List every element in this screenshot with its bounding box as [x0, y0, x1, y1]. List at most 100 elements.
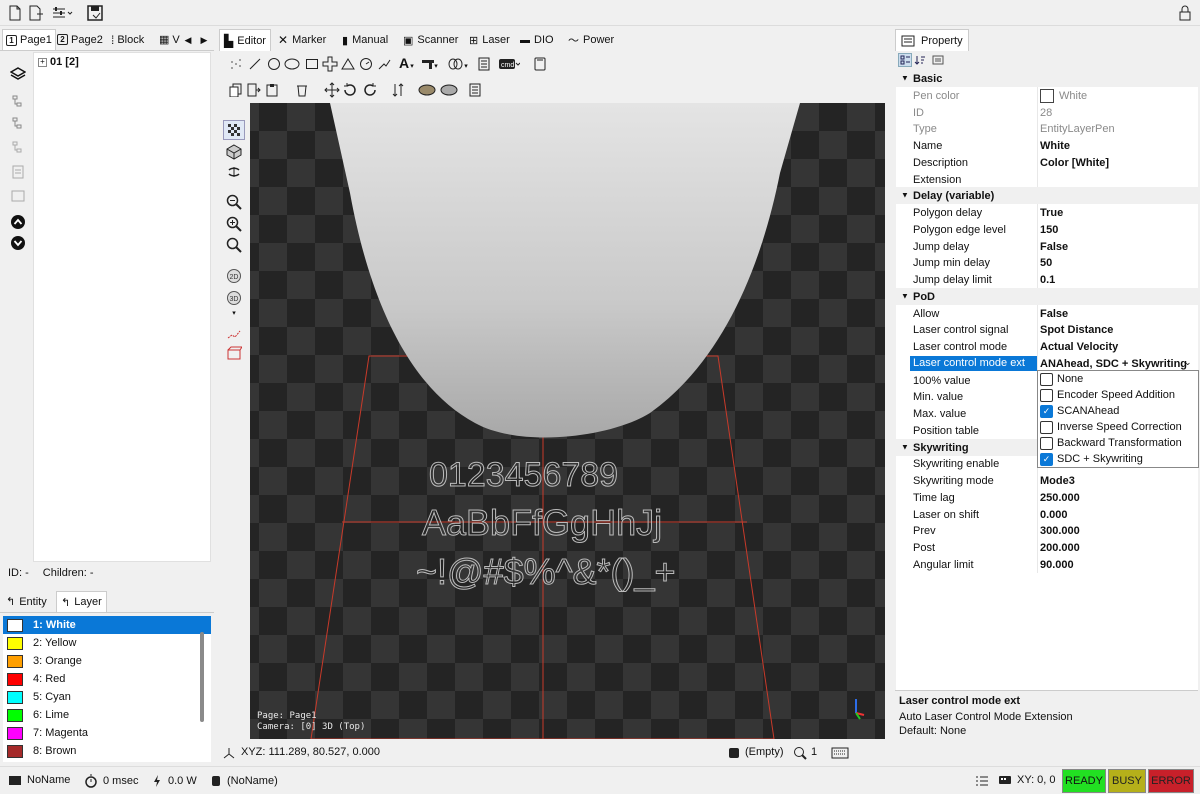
- dropdown-option[interactable]: ✓ SDC + Skywriting: [1038, 451, 1198, 467]
- move-up-icon[interactable]: [8, 212, 28, 232]
- layers-icon[interactable]: [8, 64, 28, 84]
- alphabetical-icon[interactable]: [913, 53, 927, 67]
- tab-scroll-left-icon[interactable]: ◀: [182, 33, 194, 47]
- property-row[interactable]: Laser control mode Actual Velocity: [896, 338, 1198, 355]
- property-row[interactable]: Name White: [896, 137, 1198, 154]
- property-value[interactable]: White: [1040, 88, 1087, 103]
- zoom-fit-icon[interactable]: [223, 235, 245, 255]
- keyboard-icon[interactable]: [831, 746, 849, 760]
- 3d-viewport[interactable]: 0123456789 AaBbFfGgHhJj ~!@#$%^&*()_+ Pa…: [250, 103, 885, 739]
- property-row[interactable]: Angular limit 90.000: [896, 556, 1198, 573]
- dropdown-option[interactable]: Inverse Speed Correction: [1038, 419, 1198, 435]
- sort-icon[interactable]: [390, 82, 406, 98]
- property-row[interactable]: Type EntityLayerPen: [896, 120, 1198, 137]
- property-value[interactable]: False: [1040, 308, 1068, 320]
- view-dropdown-icon[interactable]: ▾: [223, 303, 245, 323]
- property-category[interactable]: ▲ Basic: [896, 70, 1198, 87]
- property-row[interactable]: Jump delay limit 0.1: [896, 271, 1198, 288]
- property-value[interactable]: True: [1040, 207, 1063, 219]
- list-icon[interactable]: [975, 775, 989, 787]
- property-value[interactable]: 300.000: [1040, 525, 1080, 537]
- chevron-down-icon[interactable]: ⌄: [1184, 357, 1192, 368]
- layer-row[interactable]: 3: Orange: [3, 652, 211, 670]
- settings-sliders-icon[interactable]: [52, 4, 74, 22]
- dropdown-option[interactable]: Backward Transformation: [1038, 435, 1198, 451]
- property-value[interactable]: Mode3: [1040, 475, 1075, 487]
- spiral-icon[interactable]: [358, 56, 374, 72]
- checkbox[interactable]: [1040, 436, 1053, 450]
- property-row[interactable]: Extension: [896, 171, 1198, 188]
- property-value[interactable]: 28: [1040, 107, 1052, 119]
- orbit-icon[interactable]: [223, 162, 245, 182]
- checkbox[interactable]: [1040, 420, 1053, 434]
- trepan-icon[interactable]: [376, 56, 392, 72]
- property-value[interactable]: ANAhead, SDC + Skywriting: [1040, 358, 1187, 370]
- checkbox[interactable]: ✓: [1040, 452, 1053, 466]
- property-value[interactable]: 200.000: [1040, 542, 1080, 554]
- tab-v[interactable]: ▦ V: [156, 29, 183, 50]
- collapse-icon[interactable]: ▲: [901, 292, 909, 301]
- dropdown-option[interactable]: Encoder Speed Addition: [1038, 387, 1198, 403]
- property-row[interactable]: Laser control signal Spot Distance: [896, 321, 1198, 338]
- layer-scrollbar[interactable]: [200, 632, 204, 722]
- tab-entity[interactable]: ↰ Entity: [2, 591, 51, 612]
- property-pages-icon[interactable]: [931, 53, 945, 67]
- tab-block[interactable]: ⁞ Block: [108, 29, 147, 50]
- tree-expand-icon[interactable]: [8, 92, 28, 112]
- property-row[interactable]: Skywriting mode Mode3: [896, 472, 1198, 489]
- property-row[interactable]: Jump min delay 50: [896, 254, 1198, 271]
- tab-manual[interactable]: ▮ Manual: [338, 29, 392, 51]
- collapse-icon[interactable]: ▲: [901, 74, 909, 83]
- rectangle-icon[interactable]: [304, 56, 320, 72]
- property-value[interactable]: 0.1: [1040, 274, 1055, 286]
- document-icon[interactable]: [532, 56, 548, 72]
- property-value[interactable]: 150: [1040, 224, 1058, 236]
- delete-icon[interactable]: [294, 82, 310, 98]
- ellipse-icon[interactable]: [284, 56, 300, 72]
- tree-collapse-icon[interactable]: [8, 114, 28, 134]
- property-row[interactable]: ID 28: [896, 104, 1198, 121]
- tab-page1[interactable]: 1 Page1: [2, 29, 56, 50]
- tree-group-icon[interactable]: [8, 138, 28, 158]
- layer-row[interactable]: 7: Magenta: [3, 724, 211, 742]
- property-category[interactable]: ▲ PoD: [896, 288, 1198, 305]
- layer-row[interactable]: 5: Cyan: [3, 688, 211, 706]
- rotate-cw-icon[interactable]: [362, 82, 378, 98]
- property-row[interactable]: Jump delay False: [896, 238, 1198, 255]
- tab-layer[interactable]: ↰ Layer: [56, 591, 107, 612]
- zoom-in-icon[interactable]: [223, 214, 245, 234]
- property-value[interactable]: 0.000: [1040, 509, 1068, 521]
- layer-row[interactable]: 8: Brown: [3, 742, 211, 760]
- zoom-out-icon[interactable]: [223, 192, 245, 212]
- property-category[interactable]: ▲ Delay (variable): [896, 187, 1198, 204]
- export-icon[interactable]: [468, 82, 484, 98]
- dropdown-option[interactable]: None: [1038, 371, 1198, 387]
- mark-dropdown-icon[interactable]: ▾: [462, 58, 470, 74]
- checkbox[interactable]: [1040, 372, 1053, 386]
- property-row[interactable]: Pen color White: [896, 87, 1198, 104]
- laser-control-mode-ext-dropdown[interactable]: None Encoder Speed Addition ✓ SCANAhead Inve…: [1037, 370, 1199, 468]
- tab-power[interactable]: 〜 Power: [564, 29, 618, 51]
- property-value[interactable]: Color [White]: [1040, 157, 1109, 169]
- tab-scroll-right-icon[interactable]: ▶: [198, 33, 210, 47]
- property-row[interactable]: Allow False: [896, 305, 1198, 322]
- tab-laser[interactable]: ⊞ Laser: [465, 29, 514, 51]
- dropdown-option[interactable]: ✓ SCANAhead: [1038, 403, 1198, 419]
- layer-row[interactable]: 6: Lime: [3, 706, 211, 724]
- property-row[interactable]: Laser on shift 0.000: [896, 506, 1198, 523]
- property-value[interactable]: Spot Distance: [1040, 324, 1113, 336]
- tree-ungroup-icon[interactable]: [8, 162, 28, 182]
- property-row[interactable]: Post 200.000: [896, 539, 1198, 556]
- hatch-remove-icon[interactable]: [440, 82, 458, 98]
- hatch-icon[interactable]: [418, 82, 436, 98]
- tab-scanner[interactable]: ▣ Scanner: [399, 29, 462, 51]
- property-value[interactable]: 50: [1040, 257, 1052, 269]
- paste-icon[interactable]: [264, 82, 280, 98]
- tab-editor[interactable]: ▙ Editor: [219, 29, 271, 51]
- tree-frame-icon[interactable]: [8, 186, 28, 206]
- path-icon[interactable]: [223, 323, 245, 343]
- calc-icon[interactable]: [476, 56, 492, 72]
- property-value[interactable]: White: [1040, 140, 1070, 152]
- tab-marker[interactable]: ✕ Marker: [274, 29, 330, 51]
- grid-view-icon[interactable]: [223, 120, 245, 140]
